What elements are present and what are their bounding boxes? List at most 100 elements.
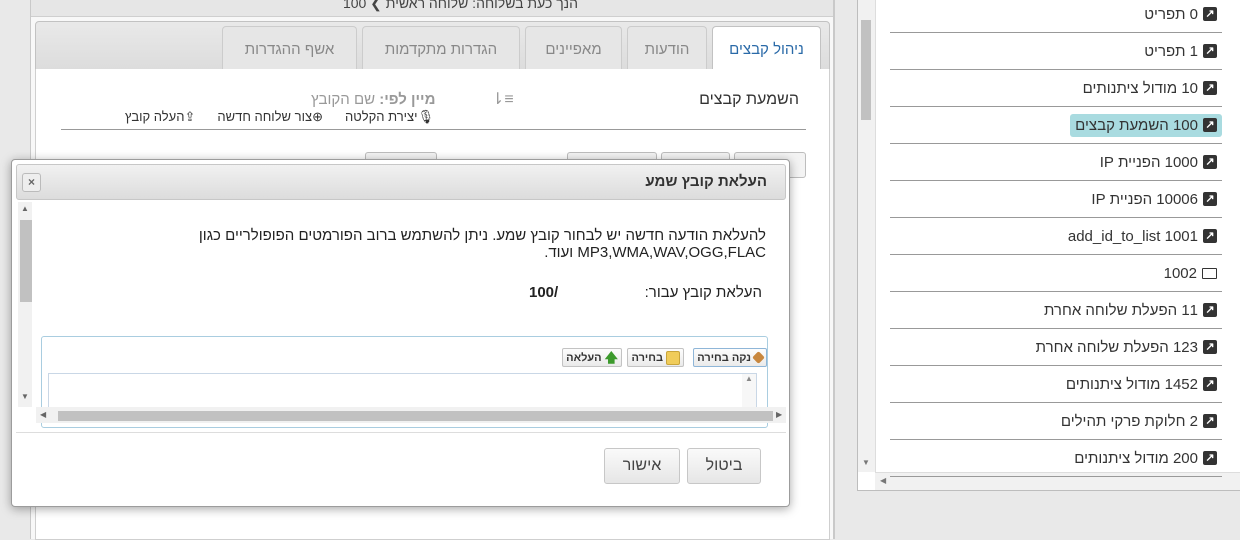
- link-icon: ↗: [1203, 7, 1217, 21]
- folder-add-icon: [666, 350, 680, 365]
- tree-item[interactable]: 1002: [890, 255, 1222, 292]
- link-icon: ↗: [1203, 118, 1217, 132]
- tree-item-label: 11 הפעלת שלוחה אחרת: [1044, 301, 1198, 319]
- tree-item-label: 10006 הפניית IP: [1091, 190, 1198, 208]
- scroll-left-icon[interactable]: ◀: [880, 476, 886, 485]
- link-icon: ↗: [1203, 414, 1217, 428]
- tree-item[interactable]: ↗ 1000 הפניית IP: [890, 144, 1222, 181]
- upload-start-label: העלאה: [566, 351, 602, 364]
- tab-label: אשף ההגדרות: [244, 40, 335, 58]
- new-extension-label: צור שלוחה חדשה: [217, 109, 313, 124]
- link-icon: ↗: [1203, 340, 1217, 354]
- dialog-body: ▲ ▼ להעלאת הודעה חדשה יש לבחור קובץ שמע.…: [18, 202, 786, 432]
- tree-item[interactable]: ↗ 1 תפריט: [890, 33, 1222, 70]
- dialog-vertical-scrollbar[interactable]: ▲ ▼: [18, 202, 32, 407]
- file-toolbar: 🎙יצירת הקלטה ⊕צור שלוחה חדשה ⇪העלה קובץ: [125, 109, 434, 125]
- section-title: השמעת קבצים: [699, 91, 799, 108]
- tree-item-content: 1002: [1159, 262, 1222, 285]
- microphone-icon: 🎙: [417, 109, 434, 124]
- tab-label: ניהול קבצים: [729, 41, 804, 58]
- tree-item[interactable]: ↗ 200 מודול ציתנותים: [890, 440, 1222, 477]
- tree-item-content: ↗ 200 מודול ציתנותים: [1069, 447, 1222, 470]
- tree-item-content: ↗ 1000 הפניית IP: [1095, 151, 1222, 174]
- create-recording-label: יצירת הקלטה: [344, 109, 418, 124]
- tab-settings-wizard[interactable]: אשף ההגדרות: [222, 26, 357, 71]
- dialog-description: להעלאת הודעה חדשה יש לבחור קובץ שמע. נית…: [198, 227, 766, 261]
- scroll-up-icon[interactable]: ▲: [21, 204, 29, 213]
- clear-selection-button[interactable]: נקה בחירה: [693, 348, 767, 367]
- tab-file-management[interactable]: ניהול קבצים: [712, 26, 821, 72]
- tree-item-label: 100 השמעת קבצים: [1075, 116, 1198, 134]
- toolbar-divider: [61, 129, 806, 130]
- tree-item-label: 1452 מודול ציתנותים: [1065, 375, 1198, 393]
- link-icon: ↗: [1203, 155, 1217, 169]
- upload-audio-dialog: העלאת קובץ שמע × ▲ ▼ להעלאת הודעה חדשה י…: [11, 159, 790, 507]
- tree-item-content: ↗ 0 תפריט: [1139, 3, 1222, 26]
- tree-item-label: 1001 add_id_to_list: [1067, 227, 1198, 245]
- link-icon: ↗: [1203, 192, 1217, 206]
- link-icon: ↗: [1203, 303, 1217, 317]
- sort-icon[interactable]: ⇂≡: [491, 89, 514, 109]
- sort-value: שם הקובץ: [311, 91, 376, 108]
- tree-item-content: ↗ 100 השמעת קבצים: [1070, 113, 1222, 137]
- dialog-scroll-thumb[interactable]: [20, 220, 32, 302]
- link-icon: ↗: [1203, 377, 1217, 391]
- close-icon[interactable]: ×: [22, 173, 41, 192]
- tree-item-content: ↗ 11 הפעלת שלוחה אחרת: [1039, 299, 1222, 322]
- plus-circle-icon: ⊕: [312, 109, 323, 124]
- dialog-header: העלאת קובץ שמע ×: [16, 164, 786, 200]
- tab-properties[interactable]: מאפיינים: [525, 26, 622, 71]
- tree-item[interactable]: ↗ 11 הפעלת שלוחה אחרת: [890, 292, 1222, 329]
- tab-advanced-settings[interactable]: הגדרות מתקדמות: [362, 26, 520, 71]
- folder-icon: [1202, 267, 1217, 279]
- tree-item[interactable]: ↗ 10006 הפניית IP: [890, 181, 1222, 218]
- tree-item[interactable]: ↗ 1001 add_id_to_list: [890, 218, 1222, 255]
- current-extension-bar: הנך כעת בשלוחה: שלוחה ראשית ❯ 100: [31, 0, 833, 17]
- tab-label: מאפיינים: [545, 40, 602, 58]
- tree-item-content: ↗ 1452 מודול ציתנותים: [1061, 373, 1222, 396]
- tree-item-content: ↗ 10 מודול ציתנותים: [1078, 77, 1222, 100]
- upload-icon: ⇪: [184, 109, 196, 124]
- dialog-hscroll-thumb[interactable]: [58, 411, 773, 421]
- link-icon: ↗: [1203, 81, 1217, 95]
- link-icon: ↗: [1203, 229, 1217, 243]
- scroll-down-icon[interactable]: ▼: [862, 458, 870, 467]
- clear-selection-label: נקה בחירה: [697, 351, 751, 364]
- broom-icon: [752, 351, 765, 364]
- link-icon: ↗: [1203, 451, 1217, 465]
- tree-item[interactable]: ↗ 1452 מודול ציתנותים: [890, 366, 1222, 403]
- scroll-left-icon[interactable]: ◀: [40, 410, 46, 419]
- tree-vertical-scrollbar[interactable]: ▼: [858, 0, 876, 472]
- tree-item[interactable]: ↗ 100 השמעת קבצים: [890, 107, 1222, 144]
- scroll-down-icon[interactable]: ▼: [21, 392, 29, 401]
- upload-start-button[interactable]: 🡅 העלאה: [562, 348, 622, 367]
- sort-control[interactable]: מיין לפי: שם הקובץ: [311, 91, 435, 108]
- upload-for-value: 100/: [529, 284, 559, 301]
- choose-file-label: בחירה: [631, 351, 663, 364]
- tab-messages[interactable]: הודעות: [627, 26, 707, 71]
- arrow-up-icon: 🡅: [604, 349, 618, 365]
- dialog-horizontal-scrollbar[interactable]: ◀ ▶: [36, 407, 786, 423]
- tree-item[interactable]: ↗ 2 חלוקת פרקי תהילים: [890, 403, 1222, 440]
- tree-scroll-thumb[interactable]: [861, 20, 871, 120]
- scroll-right-icon[interactable]: ▶: [776, 410, 782, 419]
- dialog-title: העלאת קובץ שמע: [645, 173, 767, 190]
- tree-item[interactable]: ↗ 123 הפעלת שלוחה אחרת: [890, 329, 1222, 366]
- tree-item-label: 2 חלוקת פרקי תהילים: [1060, 412, 1198, 430]
- cancel-button[interactable]: ביטול: [687, 448, 761, 484]
- tree-list: ↗ 0 תפריט ↗ 1 תפריט ↗ 10 מודול ציתנותים ↗ 100 ה…: [890, 0, 1222, 477]
- tree-item-content: ↗ 123 הפעלת שלוחה אחרת: [1031, 336, 1222, 359]
- current-extension-text: הנך כעת בשלוחה: שלוחה ראשית ❯ 100: [342, 0, 578, 11]
- tree-item[interactable]: ↗ 10 מודול ציתנותים: [890, 70, 1222, 107]
- choose-file-button[interactable]: בחירה: [627, 348, 684, 367]
- upload-file-button[interactable]: ⇪העלה קובץ: [125, 109, 196, 125]
- tree-item[interactable]: ↗ 0 תפריט: [890, 0, 1222, 33]
- new-extension-button[interactable]: ⊕צור שלוחה חדשה: [217, 109, 323, 125]
- confirm-button[interactable]: אישור: [604, 448, 680, 484]
- tree-item-label: 123 הפעלת שלוחה אחרת: [1035, 338, 1198, 356]
- create-recording-button[interactable]: 🎙יצירת הקלטה: [345, 109, 434, 125]
- tab-label: הודעות: [644, 40, 690, 58]
- upload-for-label: העלאת קובץ עבור:: [644, 284, 762, 301]
- tree-item-content: ↗ 2 חלוקת פרקי תהילים: [1056, 410, 1222, 433]
- dialog-footer-divider: [16, 432, 786, 433]
